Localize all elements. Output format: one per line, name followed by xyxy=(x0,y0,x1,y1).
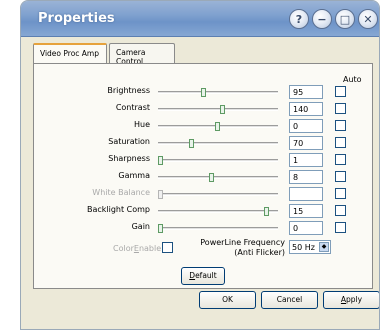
slider-thumb[interactable] xyxy=(158,156,163,165)
title-bar[interactable]: Properties ? − □ ✕ xyxy=(21,1,379,37)
value-field[interactable]: 70 xyxy=(289,136,323,150)
maximize-button[interactable]: □ xyxy=(335,9,355,29)
row-label-text: Hue xyxy=(133,120,150,129)
slider-track[interactable] xyxy=(158,190,278,199)
slider-track[interactable] xyxy=(158,156,278,165)
slider-thumb xyxy=(158,190,163,199)
row-label-text: Brightness xyxy=(107,86,150,95)
value-field[interactable]: 15 xyxy=(289,204,323,218)
value-field[interactable]: 140 xyxy=(289,102,323,116)
powerline-frequency-value: 50 Hz xyxy=(292,243,315,252)
slider-thumb[interactable] xyxy=(201,88,206,97)
row-label: Gain xyxy=(21,222,150,234)
value-field[interactable]: 8 xyxy=(289,170,323,184)
powerline-frequency-label: PowerLine Frequency (Anti Flicker) xyxy=(200,238,285,257)
powerline-frequency-select[interactable]: 50 Hz ◆ xyxy=(289,240,331,254)
tab-camera-control[interactable]: Camera Control xyxy=(109,43,175,66)
slider-track[interactable] xyxy=(158,173,278,182)
auto-checkbox[interactable] xyxy=(335,205,346,216)
select-dropdown-icon[interactable]: ◆ xyxy=(319,242,329,252)
slider-thumb[interactable] xyxy=(189,139,194,148)
auto-checkbox[interactable] xyxy=(335,188,346,199)
row-label: Gamma xyxy=(21,171,150,183)
value-field[interactable]: 1 xyxy=(289,153,323,167)
slider-thumb[interactable] xyxy=(215,122,220,131)
default-button[interactable]: Default xyxy=(181,267,225,285)
slider-track[interactable] xyxy=(158,224,278,233)
slider-track[interactable] xyxy=(158,207,278,216)
row-label-text: Gain xyxy=(131,222,150,231)
maximize-icon: □ xyxy=(339,12,351,26)
help-button[interactable]: ? xyxy=(289,9,309,29)
row-label-text: Saturation xyxy=(108,137,150,146)
ok-button[interactable]: OK xyxy=(199,291,256,309)
row-label: Sharpness xyxy=(21,154,150,166)
row-label-text: Gamma xyxy=(118,171,150,180)
slider-thumb[interactable] xyxy=(158,224,163,233)
auto-column-header: Auto xyxy=(343,75,362,84)
color-enable-checkbox[interactable] xyxy=(162,242,173,253)
row-label: White Balance xyxy=(21,188,150,200)
value-field[interactable]: 0 xyxy=(289,119,323,133)
slider-thumb[interactable] xyxy=(220,105,225,114)
auto-checkbox[interactable] xyxy=(335,86,346,97)
row-label: Brightness xyxy=(21,86,150,98)
auto-checkbox[interactable] xyxy=(335,137,346,148)
value-field xyxy=(289,187,323,201)
tab-video-proc-amp[interactable]: Video Proc Amp xyxy=(33,43,107,64)
close-button[interactable]: ✕ xyxy=(358,9,378,29)
window-title: Properties xyxy=(38,11,115,26)
minimize-button[interactable]: − xyxy=(312,9,332,29)
cancel-button[interactable]: Cancel xyxy=(261,291,318,309)
row-label: Hue xyxy=(21,120,150,132)
slider-thumb[interactable] xyxy=(209,173,214,182)
row-label: Saturation xyxy=(21,137,150,149)
auto-checkbox[interactable] xyxy=(335,222,346,233)
slider-track[interactable] xyxy=(158,122,278,131)
auto-checkbox[interactable] xyxy=(335,120,346,131)
row-label: Contrast xyxy=(21,103,150,115)
row-label-text: Backlight Comp xyxy=(86,205,150,214)
value-field[interactable]: 95 xyxy=(289,85,323,99)
slider-track[interactable] xyxy=(158,88,278,97)
row-label: Backlight Comp xyxy=(21,205,150,217)
close-icon: ✕ xyxy=(363,12,373,26)
apply-button[interactable]: Apply xyxy=(323,291,379,309)
color-enable-label: ColorEnable xyxy=(113,244,162,253)
row-label-text: Contrast xyxy=(115,103,150,112)
slider-track[interactable] xyxy=(158,105,278,114)
auto-checkbox[interactable] xyxy=(335,154,346,165)
auto-checkbox[interactable] xyxy=(335,171,346,182)
auto-checkbox[interactable] xyxy=(335,103,346,114)
row-label-text: Sharpness xyxy=(108,154,150,163)
minimize-icon: − xyxy=(317,12,327,26)
slider-track[interactable] xyxy=(158,139,278,148)
help-icon: ? xyxy=(295,12,303,26)
properties-window: Properties ? − □ ✕ Video Proc Amp Camera… xyxy=(20,0,380,330)
row-label-text: White Balance xyxy=(92,188,150,197)
slider-thumb[interactable] xyxy=(264,207,269,216)
value-field[interactable]: 0 xyxy=(289,221,323,235)
